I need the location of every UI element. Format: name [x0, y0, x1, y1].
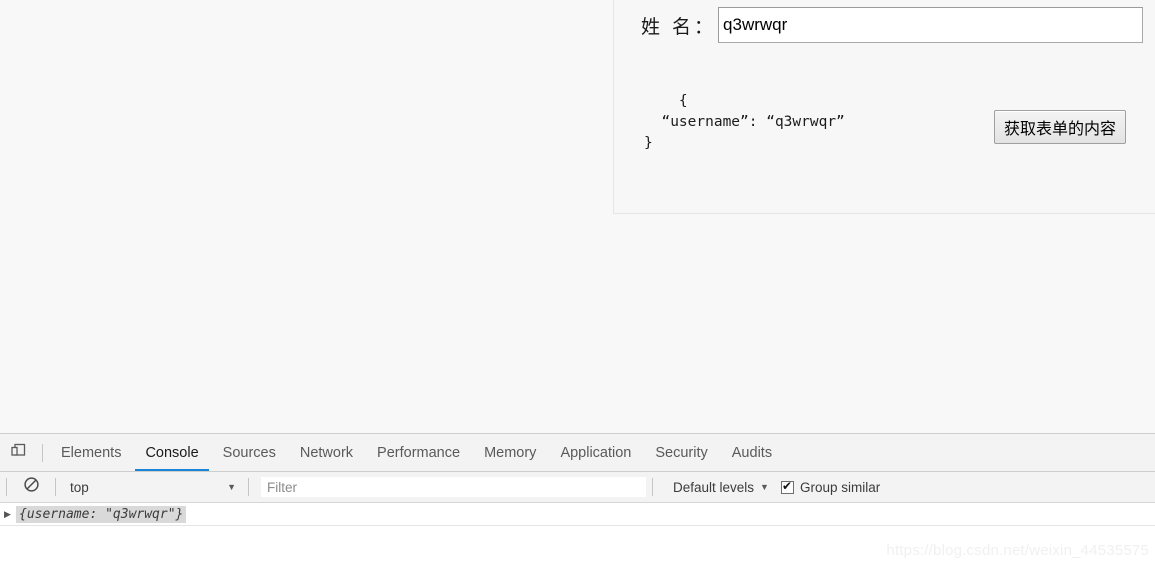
group-similar-label: Group similar: [799, 479, 881, 495]
chevron-down-icon-levels: ▼: [760, 482, 769, 492]
name-label: 姓 名：: [641, 15, 717, 38]
form-panel: 姓 名： { “username”: “q3wrwqr” } 获取表单的内容: [613, 0, 1155, 214]
tabbar-divider: [42, 443, 43, 462]
tab-console-label: Console: [145, 444, 199, 461]
log-levels-label: Default levels: [673, 479, 755, 495]
group-similar-toggle[interactable]: Group similar: [780, 479, 881, 495]
tab-sources[interactable]: Sources: [211, 435, 288, 471]
browser-page-content: 姓 名： { “username”: “q3wrwqr” } 获取表单的内容: [0, 0, 1155, 433]
tab-security-label: Security: [655, 444, 708, 461]
devtools-tabbar: Elements Console Sources Network Perform…: [0, 434, 1155, 472]
console-filter-input[interactable]: [261, 477, 646, 497]
console-context-select[interactable]: top ▼: [62, 476, 242, 498]
console-output-area[interactable]: ▶ {username: "q3wrwqr"}: [0, 503, 1155, 566]
console-log-text: {username: "q3wrwqr"}: [16, 505, 187, 523]
tab-sources-label: Sources: [222, 444, 276, 461]
device-toolbar-toggle-button[interactable]: [0, 435, 36, 471]
name-field-row: 姓 名：: [641, 7, 1144, 43]
get-form-content-button[interactable]: 获取表单的内容: [994, 110, 1127, 144]
device-toolbar-icon: [9, 441, 27, 464]
console-log-row[interactable]: ▶ {username: "q3wrwqr"}: [0, 503, 1155, 526]
toolbar-divider-2: [248, 478, 249, 496]
clear-console-icon: [23, 476, 40, 498]
tab-performance-label: Performance: [377, 444, 461, 461]
tab-security[interactable]: Security: [643, 435, 719, 471]
toolbar-divider-3: [652, 478, 653, 496]
name-input[interactable]: [718, 7, 1144, 43]
tab-console[interactable]: Console: [133, 435, 210, 471]
tab-audits-label: Audits: [731, 444, 773, 461]
log-levels-select[interactable]: Default levels ▼: [667, 476, 775, 498]
tab-application[interactable]: Application: [548, 435, 643, 471]
tab-elements[interactable]: Elements: [49, 435, 133, 471]
chevron-down-icon: ▼: [227, 482, 236, 492]
tab-audits[interactable]: Audits: [720, 435, 784, 471]
expand-triangle-icon[interactable]: ▶: [4, 503, 16, 525]
toolbar-divider-left: [6, 478, 7, 496]
clear-console-button[interactable]: [13, 469, 49, 505]
tab-memory[interactable]: Memory: [472, 435, 548, 471]
tab-performance[interactable]: Performance: [365, 435, 472, 471]
console-context-value: top: [70, 479, 89, 495]
tab-application-label: Application: [560, 444, 632, 461]
json-output-text: { “username”: “q3wrwqr” }: [644, 93, 845, 151]
toolbar-divider-1: [55, 478, 56, 496]
tab-network[interactable]: Network: [288, 435, 365, 471]
tab-elements-label: Elements: [61, 444, 122, 461]
devtools-panel: Elements Console Sources Network Perform…: [0, 433, 1155, 566]
console-toolbar: top ▼ Default levels ▼ Group similar: [0, 472, 1155, 503]
group-similar-checkbox[interactable]: [780, 479, 794, 494]
tab-memory-label: Memory: [484, 444, 537, 461]
tab-network-label: Network: [299, 444, 354, 461]
